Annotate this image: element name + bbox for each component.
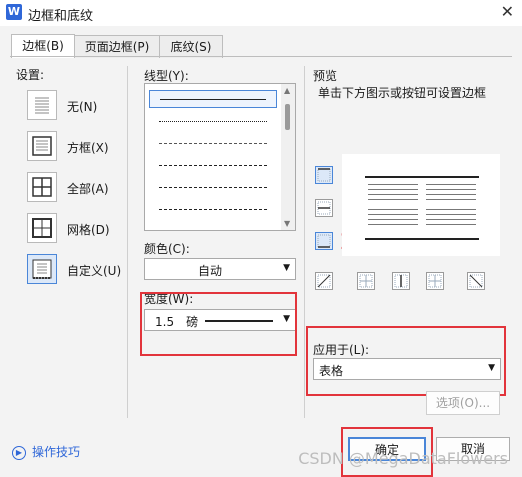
chevron-down-icon: ▼ — [283, 263, 290, 273]
tips-link-label: 操作技巧 — [32, 445, 81, 459]
all-borders-icon — [32, 177, 52, 197]
scroll-thumb[interactable] — [285, 104, 290, 130]
setting-custom-label: 自定义(U) — [67, 264, 122, 278]
box-border-icon — [32, 136, 52, 156]
inside-horizontal-button[interactable] — [315, 199, 333, 217]
close-icon[interactable]: ✕ — [501, 2, 514, 21]
right-border-button[interactable] — [426, 272, 444, 290]
line-style-dotted[interactable] — [149, 112, 277, 130]
line-style-scrollbar[interactable]: ▲ ▼ — [281, 84, 295, 230]
setting-custom-button[interactable] — [27, 254, 57, 284]
preview-area[interactable] — [342, 154, 500, 256]
bottom-border-button[interactable] — [315, 232, 333, 250]
top-border-button[interactable] — [315, 166, 333, 184]
setting-grid-label: 网格(D) — [67, 223, 110, 237]
diagonal-down-icon — [317, 274, 331, 288]
setting-all-button[interactable] — [27, 172, 57, 202]
borders-and-shading-dialog: W 边框和底纹 ✕ 边框(B) 页面边框(P) 底纹(S) 设置: 无(N) 方… — [0, 0, 522, 477]
setting-all-label: 全部(A) — [67, 182, 109, 196]
wps-writer-icon: W — [6, 4, 22, 20]
title-bar: W 边框和底纹 ✕ — [0, 0, 522, 26]
settings-label: 设置: — [16, 68, 45, 82]
top-border-icon — [317, 168, 331, 182]
tab-page-border[interactable]: 页面边框(P) — [74, 35, 160, 58]
tab-shading[interactable]: 底纹(S) — [159, 35, 223, 58]
line-style-dash-dot[interactable] — [149, 178, 277, 196]
right-border-icon — [428, 274, 442, 288]
setting-grid-button[interactable] — [27, 213, 57, 243]
setting-box-button[interactable] — [27, 131, 57, 161]
line-style-dash[interactable] — [149, 156, 277, 174]
color-value: 自动 — [197, 264, 222, 278]
annotation-box-apply-to — [306, 326, 506, 396]
preview-label: 预览 — [313, 69, 338, 83]
line-style-dash-dot-dot[interactable] — [149, 200, 277, 218]
inside-vertical-button[interactable] — [392, 272, 410, 290]
setting-none-label: 无(N) — [67, 100, 98, 114]
line-style-list[interactable]: ▲ ▼ — [144, 83, 296, 231]
preview-hint: 单击下方图示或按钮可设置边框 — [318, 86, 487, 100]
left-border-button[interactable] — [357, 272, 375, 290]
diagonal-up-button[interactable] — [467, 272, 485, 290]
none-border-icon — [35, 97, 49, 114]
left-border-icon — [359, 274, 373, 288]
divider-right — [304, 66, 305, 418]
color-select[interactable]: 自动 ▼ — [144, 258, 296, 280]
line-style-label: 线型(Y): — [144, 69, 189, 83]
watermark: CSDN @MegaDataFlowers — [298, 449, 508, 468]
color-label: 颜色(C): — [144, 242, 190, 256]
options-button[interactable]: 选项(O)... — [426, 391, 500, 415]
inside-vertical-icon — [394, 274, 408, 288]
divider-left — [127, 66, 128, 418]
annotation-box-width — [140, 292, 297, 356]
dialog-title: 边框和底纹 — [28, 9, 94, 24]
diagonal-up-icon — [469, 274, 483, 288]
line-style-solid[interactable] — [149, 90, 277, 108]
line-style-short-dash[interactable] — [149, 134, 277, 152]
preview-bottom-border — [365, 238, 479, 240]
grid-border-icon — [32, 218, 52, 238]
tab-borders[interactable]: 边框(B) — [11, 34, 75, 58]
tips-link[interactable]: ▶ 操作技巧 — [12, 443, 80, 460]
setting-box-label: 方框(X) — [67, 141, 109, 155]
bottom-border-icon — [317, 234, 331, 248]
diagonal-down-button[interactable] — [315, 272, 333, 290]
custom-border-icon — [32, 259, 52, 279]
setting-none-button[interactable] — [27, 90, 57, 120]
play-circle-icon: ▶ — [12, 445, 26, 460]
preview-top-border — [365, 176, 479, 178]
scroll-down-icon[interactable]: ▼ — [284, 219, 290, 228]
scroll-up-icon[interactable]: ▲ — [284, 86, 290, 95]
inside-horizontal-icon — [317, 201, 331, 215]
